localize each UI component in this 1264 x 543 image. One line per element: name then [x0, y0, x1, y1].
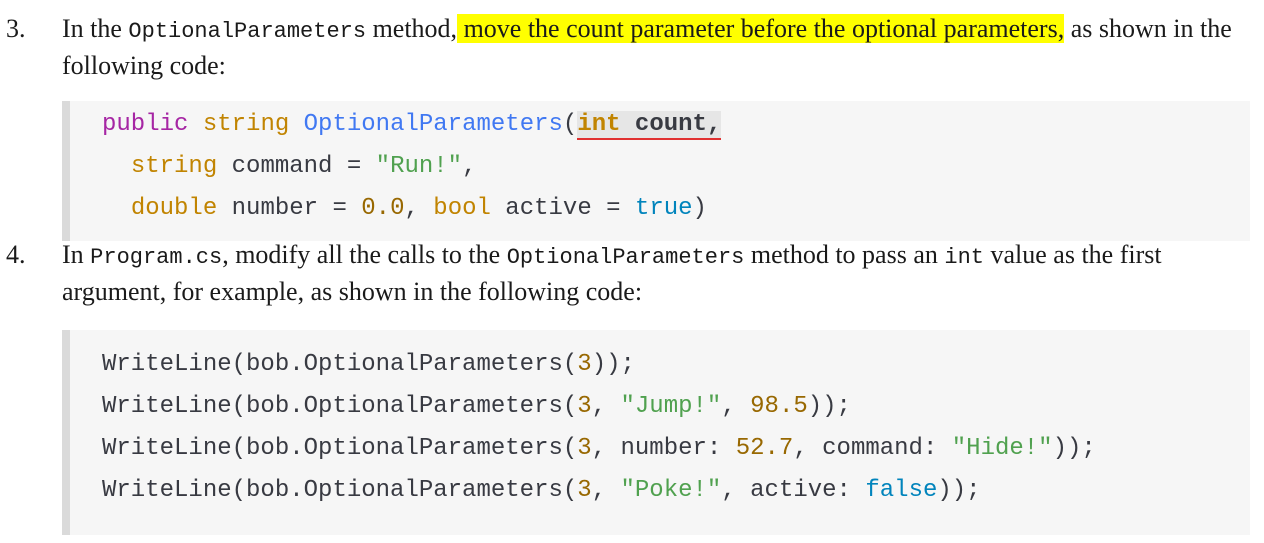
inline-code-method: OptionalParameters: [128, 19, 367, 44]
step-4-text: In Program.cs, modify all the calls to t…: [62, 240, 1162, 306]
code-block-method-calls: WriteLine(bob.OptionalParameters(3)); Wr…: [62, 330, 1250, 535]
code-line: string command = "Run!",: [130, 153, 477, 180]
code-block-method-signature: public string OptionalParameters(int cou…: [62, 101, 1250, 241]
code-line: WriteLine(bob.OptionalParameters(3, numb…: [102, 435, 1096, 462]
code-line: WriteLine(bob.OptionalParameters(3, "Pok…: [102, 477, 981, 504]
highlighted-text: move the count parameter before the opti…: [457, 14, 1065, 43]
inline-code-method: OptionalParameters: [506, 245, 745, 270]
inline-code-file: Program.cs: [90, 245, 223, 270]
selected-parameter: int count,: [577, 111, 722, 140]
step-number: 3.: [6, 14, 26, 43]
code-line: double number = 0.0, bool active = true): [130, 195, 707, 222]
code-line: WriteLine(bob.OptionalParameters(3, "Jum…: [102, 393, 851, 420]
step-number: 4.: [6, 240, 26, 269]
step-3-text: In the OptionalParameters method, move t…: [62, 14, 1232, 80]
code-line: public string OptionalParameters(int cou…: [102, 111, 722, 140]
inline-code-int: int: [944, 245, 984, 270]
code-line: WriteLine(bob.OptionalParameters(3));: [102, 351, 635, 378]
document-page: 3. In the OptionalParameters method, mov…: [0, 0, 1264, 543]
